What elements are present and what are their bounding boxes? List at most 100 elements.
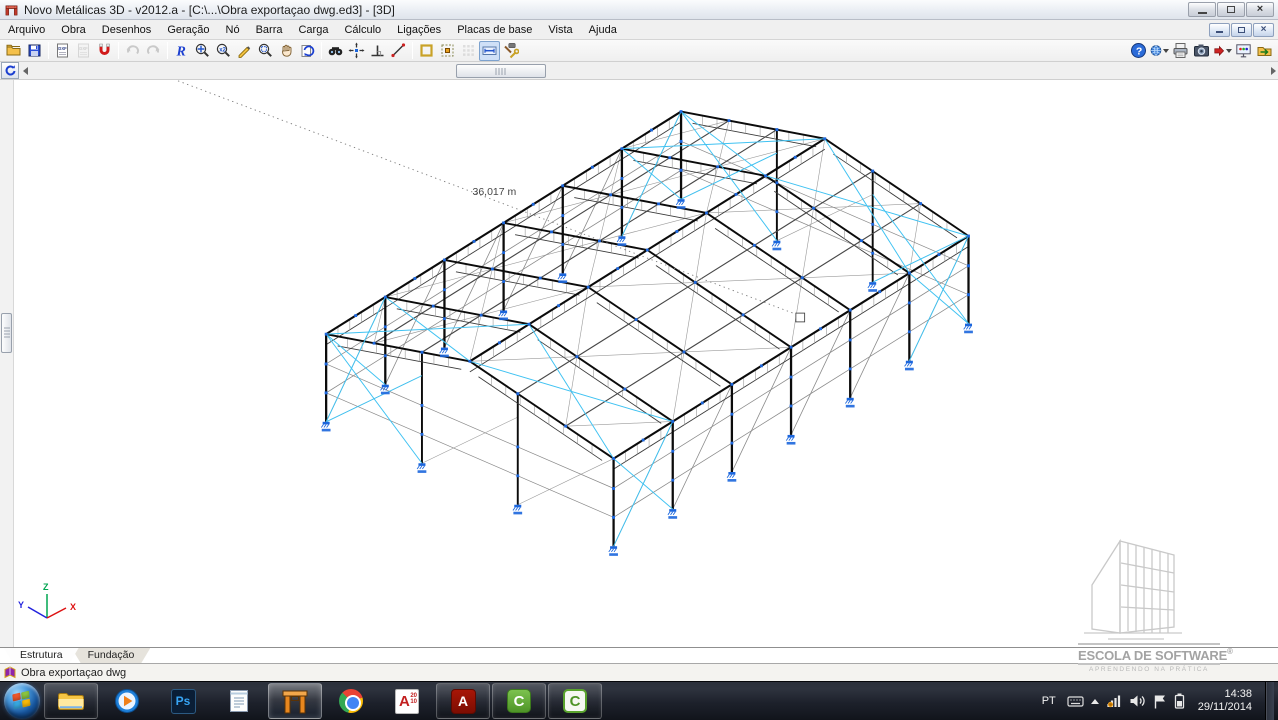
language-indicator[interactable]: PT [1038,693,1060,709]
toolbar-separator [118,42,119,59]
menu-item-barra[interactable]: Barra [248,21,291,39]
toolbar-pan-button[interactable] [276,41,297,61]
toolbar-undo-button[interactable] [122,41,143,61]
toolbar-zoom-previous-button[interactable] [255,41,276,61]
vertical-scrollbar[interactable] [0,80,14,647]
menu-item-arquivo[interactable]: Arquivo [0,21,53,39]
action-center-flag-icon[interactable] [1153,694,1167,709]
tab-strip: EstruturaFundação [0,647,1278,663]
menu-item-geracao[interactable]: Geração [159,21,217,39]
taskbar-explorer[interactable] [44,683,98,719]
title-bar: Novo Metálicas 3D - v2012.a - [C:\...\Ob… [0,0,1278,20]
print-icon [1172,42,1189,59]
toolbar-perpendicular-button[interactable] [367,41,388,61]
toolbar-snapshot-button[interactable] [1191,41,1212,61]
toolbar-grid-button[interactable] [458,41,479,61]
taskbar-acrobat[interactable]: A [436,683,490,719]
close-button[interactable]: × [1246,2,1274,17]
toolbar-rotate-view-button[interactable] [297,41,318,61]
rotate-view-button[interactable] [1,62,19,79]
mdi-restore-button[interactable] [1231,23,1252,37]
status-bar: Obra exportaçao dwg [0,663,1278,681]
axis-z-label: Z [43,582,49,592]
move-node-icon [348,42,365,59]
toolbar-internet-button[interactable] [1149,41,1170,61]
structure-wireframe: 36,017 m [0,80,1278,647]
toolbar-redraw-button[interactable]: R [171,41,192,61]
menu-item-desenhos[interactable]: Desenhos [94,21,160,39]
svg-text:DXF: DXF [79,46,88,51]
menu-item-calculo[interactable]: Cálculo [336,21,389,39]
menu-item-ligacoes[interactable]: Ligações [389,21,449,39]
toolbar-tools-button[interactable] [500,41,521,61]
internet-icon [1150,42,1162,59]
tab-estrutura[interactable]: Estrutura [4,648,79,663]
toolbar-print-button[interactable] [1170,41,1191,61]
toolbar-help-button[interactable]: ? [1128,41,1149,61]
toolbar-open-button[interactable] [3,41,24,61]
minimize-button[interactable] [1188,2,1216,17]
tab-fundacao[interactable]: Fundação [72,648,151,663]
toolbar-export-dxf-button[interactable]: DXF [73,41,94,61]
toolbar-separator [167,42,168,59]
taskbar-notepad[interactable] [212,683,266,719]
rotate-view-icon [299,42,316,59]
toolbar-magnet-button[interactable] [94,41,115,61]
taskbar-chrome[interactable] [324,683,378,719]
menu-item-obra[interactable]: Obra [53,21,93,39]
redo-icon [145,42,162,59]
toolbar-switch-window-button[interactable] [1254,41,1275,61]
toolbar-separator [412,42,413,59]
menu-item-vista[interactable]: Vista [540,21,580,39]
keyboard-icon[interactable] [1067,694,1084,709]
taskbar-camtasia-recorder[interactable]: C [548,683,602,719]
presentation-icon [1235,42,1252,59]
scroll-left-arrow[interactable] [23,67,28,75]
notepad-icon [228,688,250,714]
menu-item-placas-de-base[interactable]: Placas de base [449,21,540,39]
clock[interactable]: 14:38 29/11/2014 [1192,688,1258,714]
battery-icon[interactable] [1174,693,1185,709]
toolbar-save-button[interactable] [24,41,45,61]
menu-item-no[interactable]: Nó [218,21,248,39]
tray-time: 14:38 [1198,688,1252,701]
toolbar-redo-button[interactable] [143,41,164,61]
toolbar-snap-button[interactable] [437,41,458,61]
volume-icon[interactable] [1129,694,1146,708]
acrobat-icon: A [451,689,476,714]
taskbar-camtasia-studio[interactable]: C [492,683,546,719]
restore-button[interactable] [1217,2,1245,17]
mdi-minimize-button[interactable] [1209,23,1230,37]
toolbar-presentation-button[interactable] [1233,41,1254,61]
show-desktop-button[interactable] [1265,682,1274,720]
taskbar-photoshop[interactable]: Ps [156,683,210,719]
toolbar-import-dxf-button[interactable]: DXF [52,41,73,61]
toolbar-measure-button[interactable] [388,41,409,61]
toolbar-zoom-extents-button[interactable] [192,41,213,61]
app-icon [4,2,19,17]
taskbar-media-player[interactable] [100,683,154,719]
vertical-scroll-thumb[interactable] [1,313,12,353]
hidden-icons-chevron[interactable] [1091,699,1099,704]
start-button[interactable] [4,683,40,719]
toolbar-frame-button[interactable] [416,41,437,61]
scroll-right-arrow[interactable] [1271,67,1276,75]
horizontal-scrollbar[interactable] [0,62,1278,80]
menu-item-ajuda[interactable]: Ajuda [581,21,625,39]
magnet-icon [96,42,113,59]
taskbar-autocad[interactable]: A2010 [380,683,434,719]
toolbar-export-pdf-button[interactable] [1212,41,1233,61]
toolbar-dimensions-button[interactable] [479,41,500,61]
toolbar-search-button[interactable] [325,41,346,61]
export-dxf-icon: DXF [75,42,92,59]
network-icon[interactable] [1106,694,1122,708]
toolbar-zoom-window-button[interactable]: x2 [213,41,234,61]
mdi-close-button[interactable]: × [1253,23,1274,37]
3d-viewport[interactable]: 36,017 m Z Y X ESCOLA DE SOFTWARE® [0,80,1278,647]
toolbar-move-node-button[interactable] [346,41,367,61]
taskbar-metalicas3d[interactable] [268,683,322,719]
toolbar-draw-button[interactable] [234,41,255,61]
horizontal-scroll-thumb[interactable] [456,64,546,78]
menu-item-carga[interactable]: Carga [290,21,336,39]
svg-text:DXF: DXF [58,46,67,51]
